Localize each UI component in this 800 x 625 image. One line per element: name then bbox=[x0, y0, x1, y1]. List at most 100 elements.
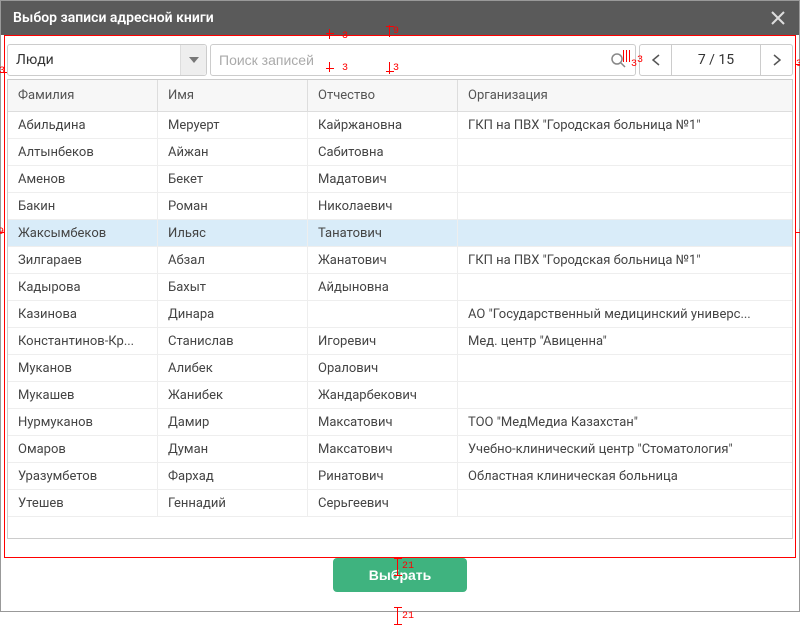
table-cell: Максатович bbox=[308, 409, 458, 435]
table-cell: Аменов bbox=[8, 166, 158, 192]
table-header: ФамилияИмяОтчествоОрганизация bbox=[8, 80, 792, 112]
table-cell: Алибек bbox=[158, 355, 308, 381]
table-cell: Станислав bbox=[158, 328, 308, 354]
table-cell bbox=[458, 166, 792, 192]
table-cell: Бекет bbox=[158, 166, 308, 192]
pager-prev-button[interactable] bbox=[639, 44, 671, 76]
table-cell: Ильяс bbox=[158, 220, 308, 246]
table-cell: Игоревич bbox=[308, 328, 458, 354]
table-row[interactable]: КазиноваДинара АО "Государственный медици… bbox=[8, 301, 792, 328]
table-cell: Жанибек bbox=[158, 382, 308, 408]
table-cell: Айдыновна bbox=[308, 274, 458, 300]
column-header[interactable]: Отчество bbox=[308, 80, 458, 111]
records-table: ФамилияИмяОтчествоОрганизация АбильдинаМ… bbox=[7, 79, 793, 539]
table-row[interactable]: ОмаровДуманМаксатовичУчебно-клинический … bbox=[8, 436, 792, 463]
table-cell: Жаксымбеков bbox=[8, 220, 158, 246]
anno-label: 21 bbox=[402, 611, 414, 622]
table-cell: Казинова bbox=[8, 301, 158, 327]
close-icon[interactable] bbox=[769, 9, 787, 27]
table-cell bbox=[458, 355, 792, 381]
search-box bbox=[210, 44, 636, 76]
table-cell: Кайржановна bbox=[308, 112, 458, 138]
table-cell: Мед. центр "Авиценна" bbox=[458, 328, 792, 354]
table-row[interactable]: ЖаксымбековИльясТанатович bbox=[8, 220, 792, 247]
table-cell: ГКП на ПВХ "Городская больница №1" bbox=[458, 247, 792, 273]
table-cell: Николаевич bbox=[308, 193, 458, 219]
table-row[interactable]: АменовБекетМадатович bbox=[8, 166, 792, 193]
table-row[interactable]: КадыроваБахытАйдыновна bbox=[8, 274, 792, 301]
table-row[interactable]: БакинРоманНиколаевич bbox=[8, 193, 792, 220]
table-cell: Константинов-Кр... bbox=[8, 328, 158, 354]
table-cell: Жандарбекович bbox=[308, 382, 458, 408]
table-cell: Думан bbox=[158, 436, 308, 462]
table-cell: Роман bbox=[158, 193, 308, 219]
table-cell: Сабитовна bbox=[308, 139, 458, 165]
table-cell: Абзал bbox=[158, 247, 308, 273]
pager-next-button[interactable] bbox=[761, 44, 793, 76]
table-body: АбильдинаМеруертКайржановнаГКП на ПВХ "Г… bbox=[8, 112, 792, 538]
table-cell bbox=[458, 382, 792, 408]
dropdown-value: Люди bbox=[16, 52, 198, 68]
table-row[interactable]: УтешевГеннадийСерьгеевич bbox=[8, 490, 792, 517]
table-cell: Утешев bbox=[8, 490, 158, 516]
table-row[interactable]: АлтынбековАйжанСабитовна bbox=[8, 139, 792, 166]
table-cell: Меруерт bbox=[158, 112, 308, 138]
select-button[interactable]: Выбрать bbox=[333, 558, 468, 592]
table-row[interactable]: УразумбетовФархадРинатовичОбластная клин… bbox=[8, 463, 792, 490]
table-cell: Нурмуканов bbox=[8, 409, 158, 435]
table-row[interactable]: АбильдинаМеруертКайржановнаГКП на ПВХ "Г… bbox=[8, 112, 792, 139]
table-row[interactable]: ЗилгараевАбзалЖанатовичГКП на ПВХ "Город… bbox=[8, 247, 792, 274]
table-cell: Геннадий bbox=[158, 490, 308, 516]
table-cell bbox=[458, 274, 792, 300]
table-cell: ГКП на ПВХ "Городская больница №1" bbox=[458, 112, 792, 138]
dialog-title: Выбор записи адресной книги bbox=[13, 10, 769, 26]
table-cell: Танатович bbox=[308, 220, 458, 246]
column-header[interactable]: Имя bbox=[158, 80, 308, 111]
table-row[interactable]: МукановАлибекОралович bbox=[8, 355, 792, 382]
table-cell: Омаров bbox=[8, 436, 158, 462]
column-header[interactable]: Фамилия bbox=[8, 80, 158, 111]
column-header[interactable]: Организация bbox=[458, 80, 792, 111]
table-cell: Уразумбетов bbox=[8, 463, 158, 489]
table-cell: ТОО "МедМедиа Казахстан" bbox=[458, 409, 792, 435]
table-cell: Мукашев bbox=[8, 382, 158, 408]
table-cell: Бахыт bbox=[158, 274, 308, 300]
table-cell: Мадатович bbox=[308, 166, 458, 192]
pager: 7 / 15 bbox=[639, 44, 793, 76]
anno-label: 9 bbox=[0, 227, 4, 238]
table-cell: Зилгараев bbox=[8, 247, 158, 273]
dialog-footer: Выбрать bbox=[4, 539, 796, 611]
table-cell bbox=[458, 193, 792, 219]
content-area: Люди 7 / 15 Фам bbox=[1, 35, 799, 611]
table-row[interactable]: МукашевЖанибекЖандарбекович bbox=[8, 382, 792, 409]
table-cell: Оралович bbox=[308, 355, 458, 381]
table-cell: АО "Государственный медицинский универс.… bbox=[458, 301, 792, 327]
anno-label: 3 bbox=[796, 59, 800, 70]
search-input[interactable] bbox=[219, 52, 609, 68]
titlebar: Выбор записи адресной книги bbox=[1, 1, 799, 35]
search-icon[interactable] bbox=[609, 51, 627, 69]
table-cell bbox=[308, 301, 458, 327]
table-cell: Максатович bbox=[308, 436, 458, 462]
table-cell: Областная клиническая больница bbox=[458, 463, 792, 489]
table-row[interactable]: Константинов-Кр...СтаниславИгоревичМед. … bbox=[8, 328, 792, 355]
category-dropdown[interactable]: Люди bbox=[7, 44, 207, 76]
table-cell bbox=[458, 490, 792, 516]
table-cell: Муканов bbox=[8, 355, 158, 381]
table-cell: Динара bbox=[158, 301, 308, 327]
table-cell: Абильдина bbox=[8, 112, 158, 138]
table-cell: Фархад bbox=[158, 463, 308, 489]
table-cell bbox=[458, 220, 792, 246]
table-cell bbox=[458, 139, 792, 165]
table-cell: Айжан bbox=[158, 139, 308, 165]
table-cell: Учебно-клинический центр "Стоматология" bbox=[458, 436, 792, 462]
table-cell: Дамир bbox=[158, 409, 308, 435]
table-cell: Серьгеевич bbox=[308, 490, 458, 516]
table-cell: Жанатович bbox=[308, 247, 458, 273]
address-book-dialog: Выбор записи адресной книги Люди bbox=[0, 0, 800, 612]
pager-display: 7 / 15 bbox=[671, 44, 761, 76]
table-cell: Бакин bbox=[8, 193, 158, 219]
table-row[interactable]: НурмукановДамирМаксатовичТОО "МедМедиа К… bbox=[8, 409, 792, 436]
table-cell: Кадырова bbox=[8, 274, 158, 300]
table-cell: Ринатович bbox=[308, 463, 458, 489]
